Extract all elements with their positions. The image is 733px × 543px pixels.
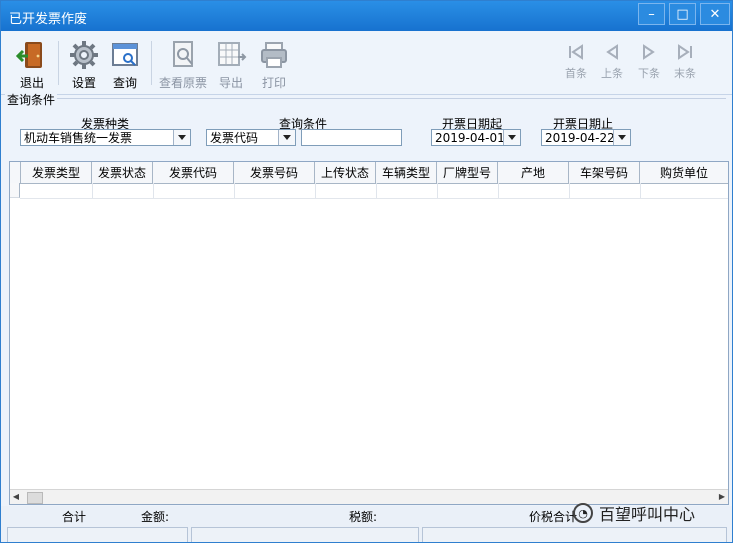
settings-button[interactable]: 设置: [66, 39, 102, 91]
window-controls: – □ ✕: [638, 3, 730, 25]
column-divider: [153, 183, 154, 198]
invoice-type-select[interactable]: 机动车销售统一发票: [20, 129, 191, 146]
settings-label: 设置: [71, 76, 96, 90]
column-header[interactable]: 发票号码: [234, 162, 315, 183]
window-title: 已开发票作废: [9, 12, 88, 27]
amount-label: 金额:: [141, 510, 170, 524]
search-window-icon: [109, 39, 141, 71]
column-divider: [376, 183, 377, 198]
previous-record-icon: [606, 44, 618, 60]
export-label: 导出: [218, 76, 243, 90]
column-header[interactable]: 车辆类型: [376, 162, 437, 183]
column-divider: [315, 183, 316, 198]
end-date-value: 2019-04-22: [545, 130, 613, 145]
end-date-picker[interactable]: 2019-04-22: [541, 129, 631, 146]
chevron-down-icon[interactable]: [503, 130, 520, 145]
row-selector[interactable]: [10, 183, 20, 198]
column-divider: [569, 183, 570, 198]
export-button[interactable]: 导出: [213, 39, 249, 91]
first-record-icon: [569, 44, 583, 60]
last-record-label: 末条: [674, 67, 696, 80]
scroll-thumb[interactable]: [27, 492, 43, 504]
scroll-left-icon[interactable]: ◀: [12, 492, 20, 502]
next-record-button[interactable]: 下条: [634, 44, 664, 88]
column-header[interactable]: 发票类型: [21, 162, 92, 183]
query-condition-value: 发票代码: [210, 131, 259, 145]
start-date-value: 2019-04-01: [435, 130, 503, 145]
column-header[interactable]: 厂牌型号: [437, 162, 498, 183]
column-divider: [640, 183, 641, 198]
status-panel: [191, 527, 419, 542]
chat-bubble-icon: ◔: [573, 503, 593, 523]
column-header[interactable]: 发票状态: [92, 162, 153, 183]
document-search-icon: [167, 39, 199, 71]
table-row[interactable]: [20, 183, 728, 199]
query-panel: 查询条件 发票种类 机动车销售统一发票 查询条件 发票代码 开票日期起 2019…: [1, 91, 732, 161]
first-record-label: 首条: [565, 67, 587, 80]
last-record-icon: [678, 44, 692, 60]
table-header: 发票类型 发票状态 发票代码 发票号码 上传状态 车辆类型 厂牌型号 产地 车架…: [10, 162, 728, 184]
query-condition-select[interactable]: 发票代码: [206, 129, 296, 146]
invoice-void-window: 已开发票作废 – □ ✕ 退出 设置 查询 查看原票 导出 打印 首条 上条 下…: [0, 0, 733, 543]
watermark-text: 百望呼叫中心: [599, 505, 696, 524]
previous-record-button[interactable]: 上条: [597, 44, 627, 88]
price-tax-label: 价税合计: [529, 510, 578, 524]
column-divider: [234, 183, 235, 198]
toolbar: 退出 设置 查询 查看原票 导出 打印 首条 上条 下条 末条: [1, 32, 732, 95]
print-label: 打印: [261, 76, 286, 90]
title-bar: 已开发票作废 – □ ✕: [1, 1, 732, 31]
view-original-label: 查看原票: [158, 76, 207, 90]
gear-icon: [68, 39, 100, 71]
column-header[interactable]: 购货单位: [640, 162, 728, 183]
column-divider: [498, 183, 499, 198]
last-record-button[interactable]: 末条: [670, 44, 700, 88]
view-original-button[interactable]: 查看原票: [155, 39, 211, 91]
close-button[interactable]: ✕: [700, 3, 730, 25]
chevron-down-icon[interactable]: [613, 130, 630, 145]
status-panel: [7, 527, 188, 542]
maximize-button[interactable]: □: [669, 3, 696, 25]
query-condition-input[interactable]: [301, 129, 402, 146]
print-button[interactable]: 打印: [255, 39, 293, 91]
printer-icon: [258, 39, 290, 71]
exit-label: 退出: [19, 76, 44, 90]
query-group-line: [9, 98, 726, 99]
tax-label: 税额:: [349, 510, 378, 524]
total-label: 合计: [62, 510, 87, 524]
column-divider: [92, 183, 93, 198]
query-label: 查询: [112, 76, 137, 90]
exit-button[interactable]: 退出: [11, 39, 53, 91]
first-record-button[interactable]: 首条: [561, 44, 591, 88]
column-divider: [437, 183, 438, 198]
column-header[interactable]: 车架号码: [569, 162, 640, 183]
row-header-cell: [10, 162, 21, 183]
chevron-down-icon[interactable]: [278, 130, 295, 145]
next-record-icon: [643, 44, 655, 60]
column-header[interactable]: 产地: [498, 162, 569, 183]
toolbar-separator: [151, 41, 152, 85]
exit-door-icon: [16, 39, 48, 71]
column-header[interactable]: 发票代码: [153, 162, 234, 183]
previous-record-label: 上条: [601, 67, 623, 80]
export-grid-icon: [215, 39, 247, 71]
next-record-label: 下条: [638, 67, 660, 80]
query-button[interactable]: 查询: [106, 39, 144, 91]
scroll-right-icon[interactable]: ▶: [718, 492, 726, 502]
status-panel: [422, 527, 727, 542]
toolbar-separator: [58, 41, 59, 85]
query-section-title: 查询条件: [5, 91, 58, 108]
start-date-picker[interactable]: 2019-04-01: [431, 129, 521, 146]
minimize-button[interactable]: –: [638, 3, 665, 25]
watermark: ◔ 百望呼叫中心: [573, 501, 695, 525]
column-header[interactable]: 上传状态: [315, 162, 376, 183]
invoice-type-value: 机动车销售统一发票: [24, 131, 133, 145]
invoice-table[interactable]: 发票类型 发票状态 发票代码 发票号码 上传状态 车辆类型 厂牌型号 产地 车架…: [9, 161, 729, 505]
chevron-down-icon[interactable]: [173, 130, 190, 145]
